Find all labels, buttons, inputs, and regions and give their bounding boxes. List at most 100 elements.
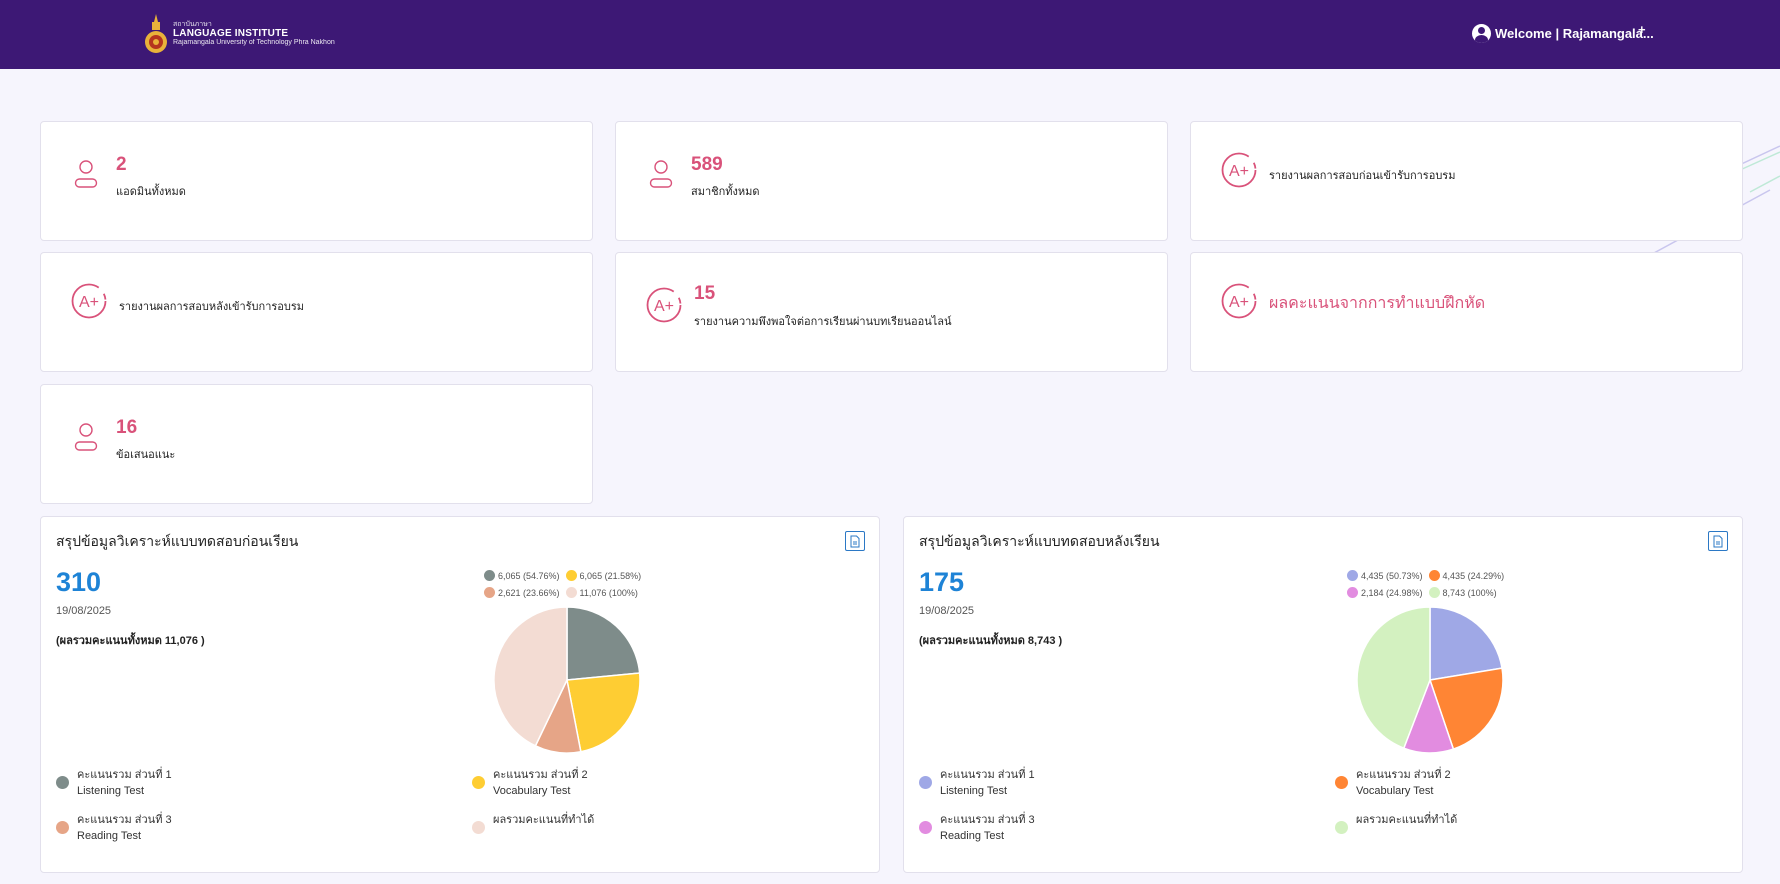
legend-swatch — [484, 570, 495, 581]
stat-value: 2 — [116, 154, 127, 175]
export-document-button[interactable] — [845, 531, 865, 551]
slice-label: 2,184 (24.98%) — [1361, 587, 1423, 598]
stat-label: สมาชิกทั้งหมด — [691, 186, 760, 198]
legend-item[interactable]: ผลรวมคะแนนที่ทำได้ — [472, 812, 594, 834]
total-score: (ผลรวมคะแนนทั้งหมด 8,743 ) — [919, 635, 1063, 647]
legend-dot — [56, 776, 69, 789]
svg-text:A+: A+ — [1229, 294, 1249, 311]
pie-slice[interactable] — [566, 606, 641, 681]
legend-line1: คะแนนรวม ส่วนที่ 2 — [493, 769, 588, 781]
legend-swatch — [565, 587, 577, 598]
user-icon — [74, 160, 98, 188]
slice-label: 4,435 (24.29%) — [1442, 570, 1505, 581]
stat-card-posttest-report[interactable]: A+ รายงานผลการสอบหลังเข้ารับการอบรม — [40, 252, 593, 372]
test-count: 175 — [919, 567, 965, 597]
legend-swatch — [565, 570, 577, 581]
user-icon — [649, 160, 673, 188]
grade-a-plus-icon: A+ — [1221, 152, 1257, 188]
slice-label: 2,621 (23.66%) — [498, 587, 560, 598]
institute-logo[interactable]: สถาบันภาษา LANGUAGE INSTITUTE Rajamangal… — [143, 12, 335, 56]
user-icon — [74, 423, 98, 451]
legend-item[interactable]: คะแนนรวม ส่วนที่ 3 Reading Test — [56, 812, 172, 844]
stat-value: 16 — [116, 417, 138, 438]
legend-line1: คะแนนรวม ส่วนที่ 2 — [1356, 769, 1451, 781]
test-date: 19/08/2025 — [919, 605, 975, 617]
stat-label: แอดมินทั้งหมด — [116, 186, 186, 198]
legend-swatch — [1347, 587, 1358, 598]
posttest-summary-panel: สรุปข้อมูลวิเคราะห์แบบทดสอบหลังเรียน 175… — [903, 516, 1743, 873]
account-icon — [1472, 24, 1491, 43]
legend-dot — [1335, 821, 1348, 834]
legend-line2: Listening Test — [77, 785, 145, 797]
grade-a-plus-icon: A+ — [1221, 283, 1257, 319]
university-emblem-icon — [145, 14, 167, 53]
slice-label: 6,065 (21.58%) — [579, 570, 642, 581]
legend-swatch — [1428, 570, 1440, 581]
stat-card-admins[interactable]: 2 แอดมินทั้งหมด — [40, 121, 593, 241]
stat-label: ข้อเสนอแนะ — [116, 449, 176, 461]
stat-label: รายงานผลการสอบหลังเข้ารับการอบรม — [119, 301, 305, 313]
legend-dot — [1335, 776, 1348, 789]
logo-title: LANGUAGE INSTITUTE — [173, 27, 289, 39]
document-icon — [850, 535, 860, 547]
export-document-button[interactable] — [1708, 531, 1728, 551]
stat-card-satisfaction-report[interactable]: A+ 15 รายงานความพึงพอใจต่อการเรียนผ่านบท… — [615, 252, 1168, 372]
grade-a-plus-icon: A+ — [71, 283, 107, 319]
stat-value: 15 — [694, 283, 716, 304]
legend-line1: ผลรวมคะแนนที่ทำได้ — [1356, 814, 1458, 826]
legend-swatch — [484, 587, 495, 598]
legend-swatch — [1428, 587, 1440, 598]
stat-value: 589 — [691, 154, 723, 175]
pie-slice-labels: 4,435 (50.73%) 4,435 (24.29%) 2,184 (24.… — [1347, 567, 1510, 601]
document-icon — [1713, 535, 1723, 547]
stat-card-members[interactable]: 589 สมาชิกทั้งหมด — [615, 121, 1168, 241]
welcome-text: Welcome | Rajamangala... — [1495, 26, 1654, 41]
legend-item[interactable]: คะแนนรวม ส่วนที่ 2 Vocabulary Test — [472, 767, 588, 799]
logo-subtitle: Rajamangala University of Technology Phr… — [173, 39, 335, 47]
legend-line1: คะแนนรวม ส่วนที่ 3 — [77, 814, 172, 826]
slice-label: 6,065 (54.76%) — [498, 570, 560, 581]
legend-swatch — [1347, 570, 1358, 581]
stat-card-exercise-scores[interactable]: A+ ผลคะแนนจากการทำแบบฝึกหัด — [1190, 252, 1743, 372]
legend-line1: ผลรวมคะแนนที่ทำได้ — [493, 814, 595, 826]
legend-item[interactable]: คะแนนรวม ส่วนที่ 2 Vocabulary Test — [1335, 767, 1451, 799]
legend-item[interactable]: ผลรวมคะแนนที่ทำได้ — [1335, 812, 1457, 834]
expand-plus-icon[interactable]: + — [1638, 22, 1646, 37]
svg-text:A+: A+ — [1229, 163, 1249, 180]
pretest-summary-panel: สรุปข้อมูลวิเคราะห์แบบทดสอบก่อนเรียน 310… — [40, 516, 880, 873]
slice-label: 11,076 (100%) — [579, 587, 638, 598]
legend-dot — [472, 821, 485, 834]
user-menu[interactable]: Welcome | Rajamangala... — [1472, 24, 1654, 43]
legend-item[interactable]: คะแนนรวม ส่วนที่ 3 Reading Test — [919, 812, 1035, 844]
stat-label: รายงานความพึงพอใจต่อการเรียนผ่านบทเรียนอ… — [694, 316, 952, 328]
slice-label: 8,743 (100%) — [1442, 587, 1497, 598]
legend-line1: คะแนนรวม ส่วนที่ 1 — [77, 769, 172, 781]
logo-thai-name: สถาบันภาษา — [173, 21, 212, 29]
posttest-pie-chart — [1356, 606, 1504, 754]
top-navbar: สถาบันภาษา LANGUAGE INSTITUTE Rajamangal… — [0, 0, 1780, 69]
pie-slice-labels: 6,065 (54.76%) 6,065 (21.58%) 2,621 (23.… — [484, 567, 647, 601]
legend-item[interactable]: คะแนนรวม ส่วนที่ 1 Listening Test — [56, 767, 172, 799]
pretest-pie-chart — [493, 606, 641, 754]
legend-line2: Vocabulary Test — [493, 785, 571, 797]
stat-label: รายงานผลการสอบก่อนเข้ารับการอบรม — [1269, 170, 1456, 182]
stat-card-suggestions[interactable]: 16 ข้อเสนอแนะ — [40, 384, 593, 504]
grade-a-plus-icon: A+ — [646, 287, 682, 323]
legend-item[interactable]: คะแนนรวม ส่วนที่ 1 Listening Test — [919, 767, 1035, 799]
legend-dot — [919, 821, 932, 834]
panel-title: สรุปข้อมูลวิเคราะห์แบบทดสอบก่อนเรียน — [56, 533, 299, 549]
slice-label: 4,435 (50.73%) — [1361, 570, 1423, 581]
test-count: 310 — [56, 567, 102, 597]
legend-line1: คะแนนรวม ส่วนที่ 1 — [940, 769, 1035, 781]
legend-line2: Listening Test — [940, 785, 1008, 797]
legend-dot — [472, 776, 485, 789]
legend-dot — [56, 821, 69, 834]
total-score: (ผลรวมคะแนนทั้งหมด 11,076 ) — [56, 635, 205, 647]
test-date: 19/08/2025 — [56, 605, 112, 617]
pie-slice[interactable] — [1429, 606, 1503, 681]
stat-card-pretest-report[interactable]: A+ รายงานผลการสอบก่อนเข้ารับการอบรม — [1190, 121, 1743, 241]
legend-line1: คะแนนรวม ส่วนที่ 3 — [940, 814, 1035, 826]
stat-label: ผลคะแนนจากการทำแบบฝึกหัด — [1269, 295, 1486, 312]
svg-text:A+: A+ — [654, 298, 674, 315]
legend-line2: Reading Test — [77, 830, 142, 842]
